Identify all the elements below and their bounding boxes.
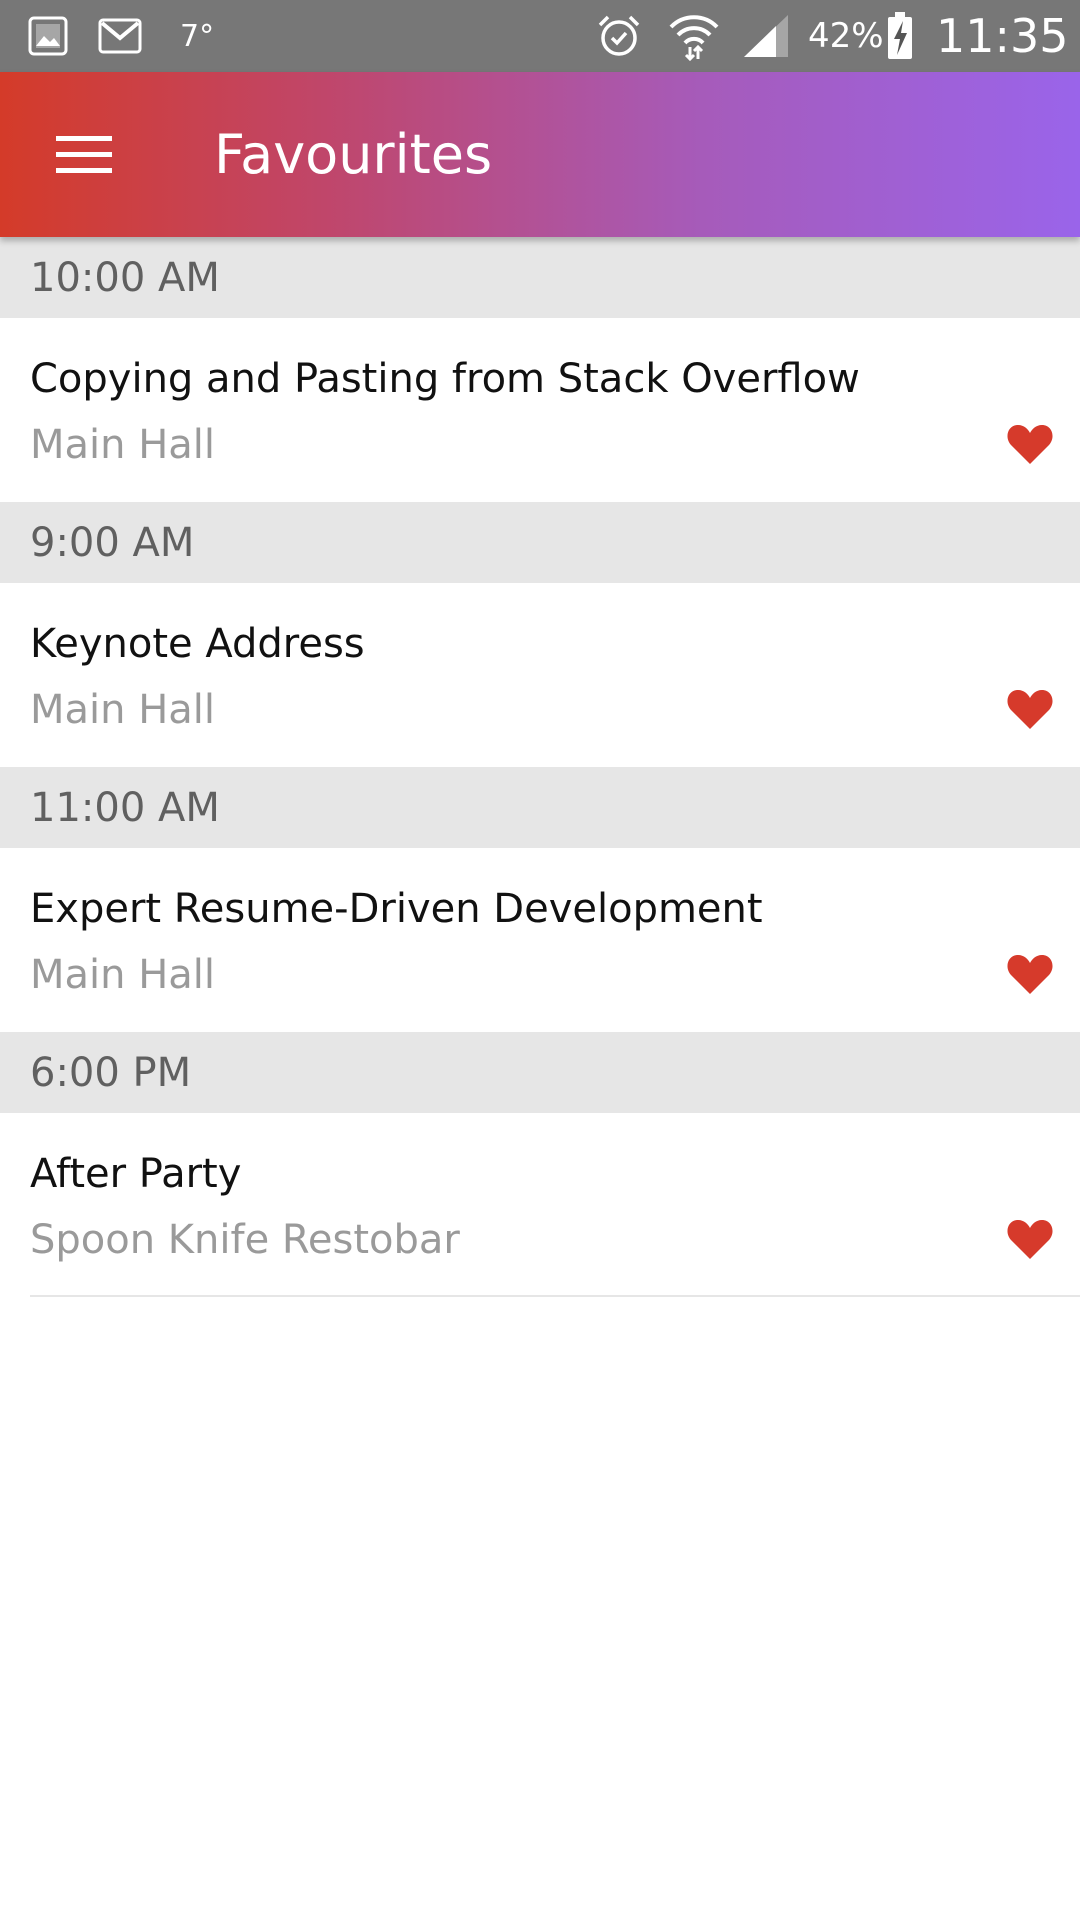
session-title: Copying and Pasting from Stack Overflow bbox=[30, 356, 860, 402]
session-item[interactable]: After Party Spoon Knife Restobar bbox=[0, 1113, 1080, 1297]
session-room: Main Hall bbox=[30, 952, 216, 998]
heart-icon bbox=[1007, 1220, 1053, 1259]
section-header-time: 9:00 AM bbox=[0, 502, 1080, 583]
clock-time: 11:35 bbox=[936, 9, 1069, 63]
page-title: Favourites bbox=[214, 123, 493, 186]
section-header-time: 6:00 PM bbox=[0, 1032, 1080, 1113]
session-title: Expert Resume-Driven Development bbox=[30, 886, 763, 932]
heart-icon bbox=[1007, 955, 1053, 994]
section-header-time: 11:00 AM bbox=[0, 767, 1080, 848]
status-bar: 7° 42% 11:35 bbox=[0, 0, 1080, 72]
wifi-icon bbox=[668, 0, 720, 72]
session-room: Spoon Knife Restobar bbox=[30, 1217, 460, 1263]
hamburger-menu-icon bbox=[56, 134, 112, 178]
battery-charging-icon bbox=[886, 0, 914, 72]
favourite-button[interactable] bbox=[1000, 679, 1060, 739]
session-item[interactable]: Keynote Address Main Hall bbox=[0, 583, 1080, 767]
section-header-time: 10:00 AM bbox=[0, 237, 1080, 318]
session-title: After Party bbox=[30, 1151, 242, 1197]
favourite-button[interactable] bbox=[1000, 1209, 1060, 1269]
gallery-icon bbox=[28, 0, 68, 72]
session-item[interactable]: Copying and Pasting from Stack Overflow … bbox=[0, 318, 1080, 502]
favourites-list: 10:00 AM Copying and Pasting from Stack … bbox=[0, 237, 1080, 1297]
session-item[interactable]: Expert Resume-Driven Development Main Ha… bbox=[0, 848, 1080, 1032]
cell-signal-icon bbox=[742, 0, 790, 72]
session-room: Main Hall bbox=[30, 422, 216, 468]
heart-icon bbox=[1007, 425, 1053, 464]
favourite-button[interactable] bbox=[1000, 944, 1060, 1004]
app-bar: Favourites bbox=[0, 72, 1080, 237]
alarm-icon bbox=[596, 0, 642, 72]
session-title: Keynote Address bbox=[30, 621, 365, 667]
menu-button[interactable] bbox=[40, 112, 128, 200]
session-room: Main Hall bbox=[30, 687, 216, 733]
temperature-text: 7° bbox=[180, 18, 215, 54]
list-divider bbox=[30, 1295, 1080, 1297]
battery-percent: 42% bbox=[808, 16, 884, 56]
favourite-button[interactable] bbox=[1000, 414, 1060, 474]
heart-icon bbox=[1007, 690, 1053, 729]
gmail-icon bbox=[98, 0, 142, 72]
